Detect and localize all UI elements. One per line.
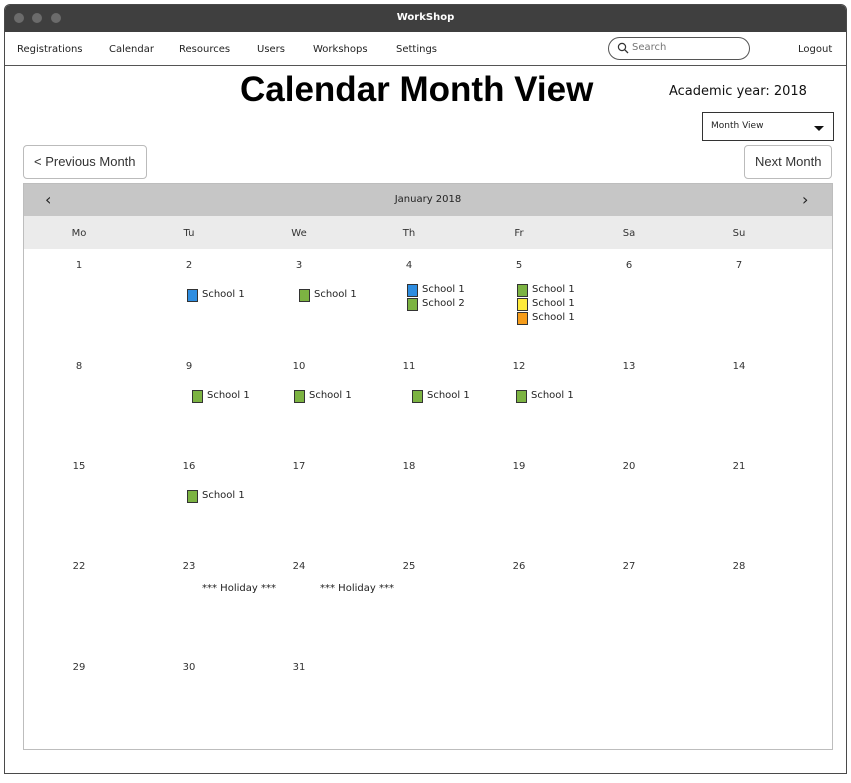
app-window: WorkShop Registrations Calendar Resource…: [4, 4, 847, 774]
event-label: School 1: [207, 390, 250, 401]
event-color-swatch: [187, 289, 198, 302]
event-label: School 1: [202, 490, 245, 501]
event-color-swatch: [517, 298, 528, 311]
event-color-swatch: [294, 390, 305, 403]
day-number[interactable]: 15: [24, 461, 134, 472]
day-number[interactable]: 11: [354, 361, 464, 372]
day-number[interactable]: 14: [684, 361, 794, 372]
event-label: School 1: [309, 390, 352, 401]
event-label: School 1: [427, 390, 470, 401]
day-number[interactable]: 24: [244, 561, 354, 572]
nav-registrations[interactable]: Registrations: [17, 44, 83, 55]
view-mode-value: Month View: [711, 121, 764, 131]
nav-resources[interactable]: Resources: [179, 44, 230, 55]
view-mode-dropdown[interactable]: Month View: [702, 112, 834, 141]
top-nav: Registrations Calendar Resources Users W…: [5, 32, 846, 66]
day-number[interactable]: 4: [354, 260, 464, 271]
weekday-label: Tu: [183, 228, 195, 239]
event-label: School 1: [202, 289, 245, 300]
nav-users[interactable]: Users: [257, 44, 285, 55]
day-number[interactable]: 31: [244, 662, 354, 673]
event-label: School 1: [532, 284, 575, 295]
day-number[interactable]: 2: [134, 260, 244, 271]
academic-year-label: Academic year: 2018: [669, 84, 807, 99]
day-number[interactable]: 6: [574, 260, 684, 271]
day-number[interactable]: 1: [24, 260, 134, 271]
day-number[interactable]: 17: [244, 461, 354, 472]
day-number[interactable]: 18: [354, 461, 464, 472]
weekday-label: We: [291, 228, 307, 239]
day-number[interactable]: 28: [684, 561, 794, 572]
caret-down-icon: [814, 126, 824, 131]
day-number[interactable]: 29: [24, 662, 134, 673]
logout-link[interactable]: Logout: [798, 44, 832, 55]
weekday-label: Th: [402, 228, 416, 239]
day-number[interactable]: 9: [134, 361, 244, 372]
title-bar: WorkShop: [5, 5, 846, 32]
nav-calendar[interactable]: Calendar: [109, 44, 154, 55]
day-number[interactable]: 19: [464, 461, 574, 472]
search-icon: [617, 42, 629, 54]
chevron-right-icon[interactable]: ›: [802, 190, 808, 209]
event-label: School 2: [422, 298, 465, 309]
day-number[interactable]: 10: [244, 361, 354, 372]
day-number[interactable]: 27: [574, 561, 684, 572]
day-number[interactable]: 12: [464, 361, 574, 372]
day-number[interactable]: 22: [24, 561, 134, 572]
next-month-button[interactable]: Next Month: [744, 145, 833, 179]
holiday-label: *** Holiday ***: [202, 583, 276, 594]
event-label: School 1: [314, 289, 357, 300]
day-number[interactable]: 21: [684, 461, 794, 472]
event-color-swatch: [407, 298, 418, 311]
event-color-swatch: [517, 284, 528, 297]
day-number[interactable]: 5: [464, 260, 574, 271]
day-number[interactable]: 16: [134, 461, 244, 472]
day-number[interactable]: 30: [134, 662, 244, 673]
event-color-swatch: [407, 284, 418, 297]
day-number[interactable]: 20: [574, 461, 684, 472]
event-label: School 1: [531, 390, 574, 401]
event-label: School 1: [532, 312, 575, 323]
nav-workshops[interactable]: Workshops: [313, 44, 368, 55]
event-color-swatch: [187, 490, 198, 503]
calendar-month-label: January 2018: [394, 194, 462, 205]
event-label: School 1: [532, 298, 575, 309]
day-number[interactable]: 8: [24, 361, 134, 372]
search-input[interactable]: [632, 42, 742, 53]
nav-settings[interactable]: Settings: [396, 44, 437, 55]
day-number[interactable]: 25: [354, 561, 464, 572]
day-number[interactable]: 7: [684, 260, 794, 271]
previous-month-button[interactable]: < Previous Month: [23, 145, 147, 179]
event-color-swatch: [299, 289, 310, 302]
event-color-swatch: [192, 390, 203, 403]
page-title: Calendar Month View: [240, 70, 594, 109]
weekday-label: Mo: [71, 228, 87, 239]
calendar-header: ‹ January 2018 ›: [24, 184, 832, 216]
search-box[interactable]: [608, 37, 750, 60]
day-number[interactable]: 23: [134, 561, 244, 572]
window-title: WorkShop: [396, 12, 455, 23]
event-color-swatch: [517, 312, 528, 325]
event-label: School 1: [422, 284, 465, 295]
weekday-label: Su: [732, 228, 746, 239]
weekday-label: Sa: [622, 228, 636, 239]
day-number[interactable]: 3: [244, 260, 354, 271]
event-color-swatch: [516, 390, 527, 403]
weekday-label: Fr: [514, 228, 524, 239]
day-number[interactable]: 26: [464, 561, 574, 572]
event-color-swatch: [412, 390, 423, 403]
month-calendar: ‹ January 2018 › Mo Tu We Th Fr Sa Su 12345678…: [23, 183, 833, 750]
day-number[interactable]: 13: [574, 361, 684, 372]
weekday-header-row: Mo Tu We Th Fr Sa Su: [24, 216, 832, 249]
holiday-label: *** Holiday ***: [320, 583, 394, 594]
